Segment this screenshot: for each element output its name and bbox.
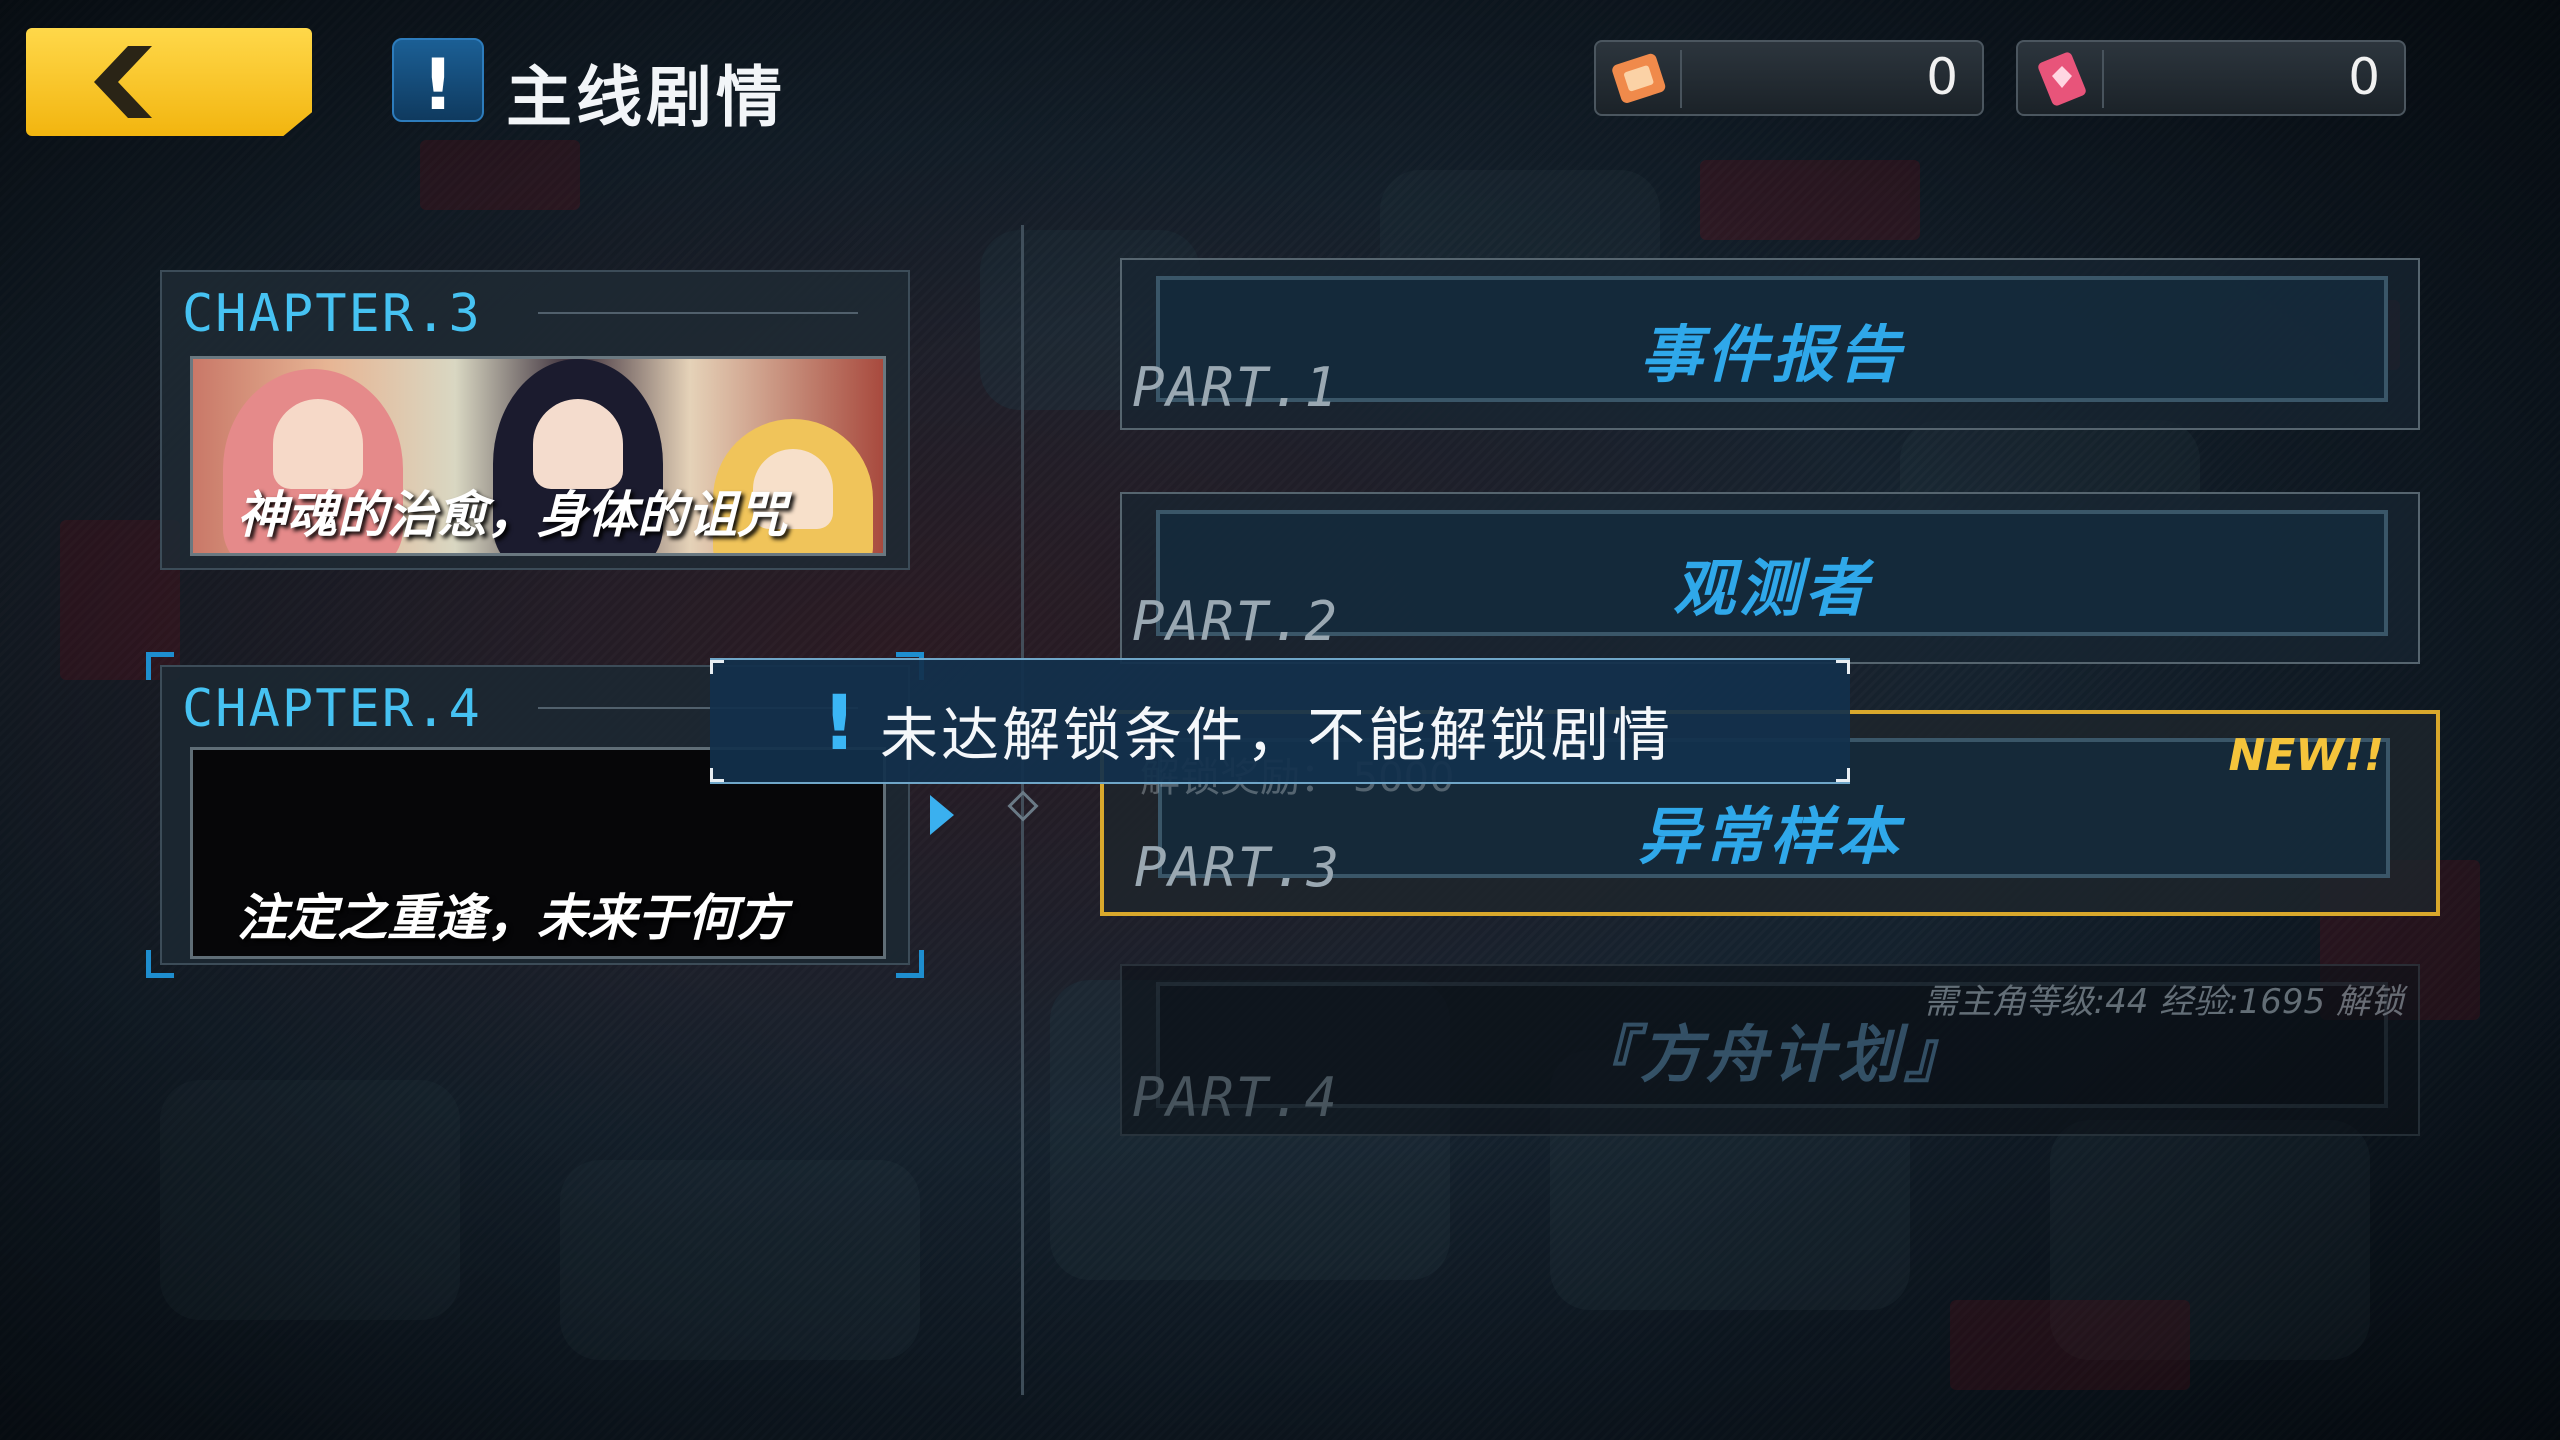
- locked-toast: ! 未达解锁条件，不能解锁剧情: [710, 658, 1850, 784]
- gem-count: 0: [2348, 48, 2380, 106]
- exclamation-icon: !: [822, 678, 857, 767]
- part-2-card[interactable]: 观测者 PART.2: [1120, 492, 2420, 664]
- selection-bracket: [146, 950, 174, 978]
- part-1-card[interactable]: 事件报告 PART.1: [1120, 258, 2420, 430]
- chapter-subtitle: 神魂的治愈，身体的诅咒: [237, 486, 787, 544]
- part-label: PART.1: [1132, 356, 1340, 419]
- part-label: PART.4: [1132, 1066, 1340, 1129]
- back-button[interactable]: [26, 28, 312, 136]
- chapter-3-card[interactable]: CHAPTER.3 神魂的治愈，身体的诅咒: [160, 270, 910, 570]
- gem-card-icon: [2038, 52, 2086, 106]
- part-name: 事件报告: [1639, 318, 1904, 391]
- part-4-card[interactable]: 『方舟计划』 PART.4 需主角等级:44 经验:1695 解锁: [1120, 964, 2420, 1136]
- part-label: PART.3: [1134, 836, 1342, 899]
- chapter-3-illustration: 神魂的治愈，身体的诅咒: [190, 356, 886, 556]
- selected-arrow-icon: [930, 795, 954, 835]
- chapter-label: CHAPTER.4: [182, 679, 482, 739]
- chapter-rule: [538, 312, 858, 314]
- chapter-subtitle: 注定之重逢，未来于何方: [237, 889, 787, 947]
- chapter-label: CHAPTER.3: [182, 284, 482, 344]
- ticket-count: 0: [1926, 48, 1958, 106]
- new-badge: NEW!!: [2228, 730, 2384, 781]
- title-exclamation-icon: !: [392, 38, 484, 126]
- toast-message: 未达解锁条件，不能解锁剧情: [880, 701, 1674, 769]
- selection-bracket: [146, 652, 174, 680]
- part-label: PART.2: [1132, 590, 1340, 653]
- ticket-icon: [1612, 53, 1666, 103]
- selection-bracket: [896, 950, 924, 978]
- currency-ticket[interactable]: 0: [1594, 40, 1984, 116]
- part-name: 观测者: [1672, 552, 1871, 625]
- unlock-requirement: 需主角等级:44 经验:1695 解锁: [1923, 982, 2404, 1022]
- page-title: 主线剧情: [506, 59, 786, 136]
- currency-gem[interactable]: 0: [2016, 40, 2406, 116]
- chevron-left-icon: [94, 46, 152, 118]
